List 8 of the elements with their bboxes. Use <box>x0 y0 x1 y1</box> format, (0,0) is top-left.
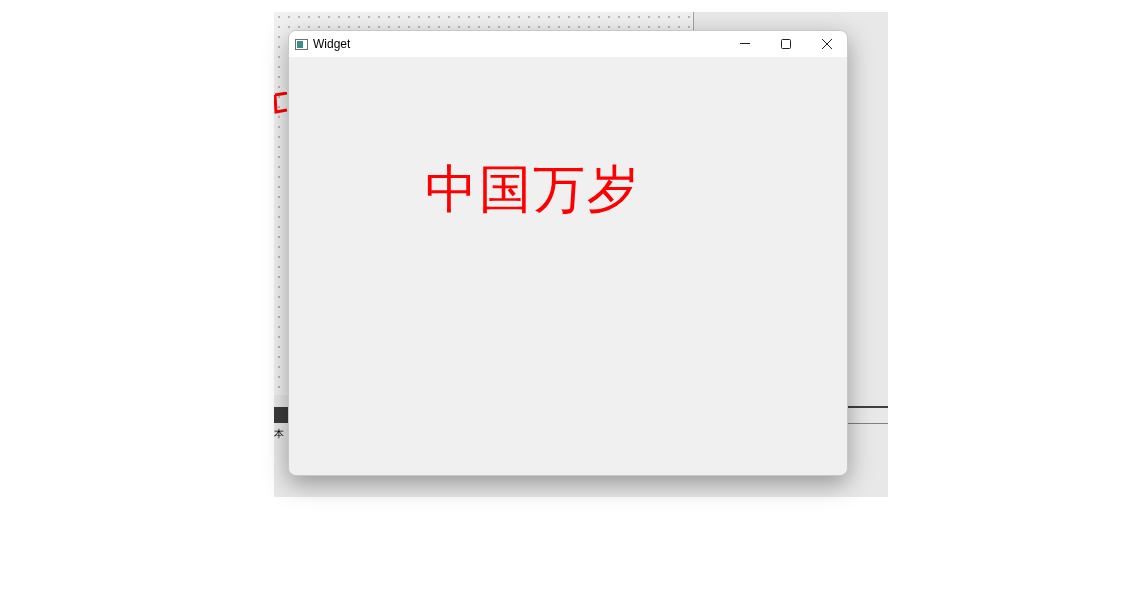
app-icon <box>295 38 308 50</box>
maximize-icon <box>779 38 792 50</box>
close-icon <box>820 38 833 50</box>
dark-block <box>274 407 288 423</box>
label-text: 本 <box>274 428 284 440</box>
slogan-text: 中国万岁 <box>425 158 641 221</box>
window-title: Widget <box>313 36 351 53</box>
glyph-fragment-drawing <box>274 92 288 114</box>
